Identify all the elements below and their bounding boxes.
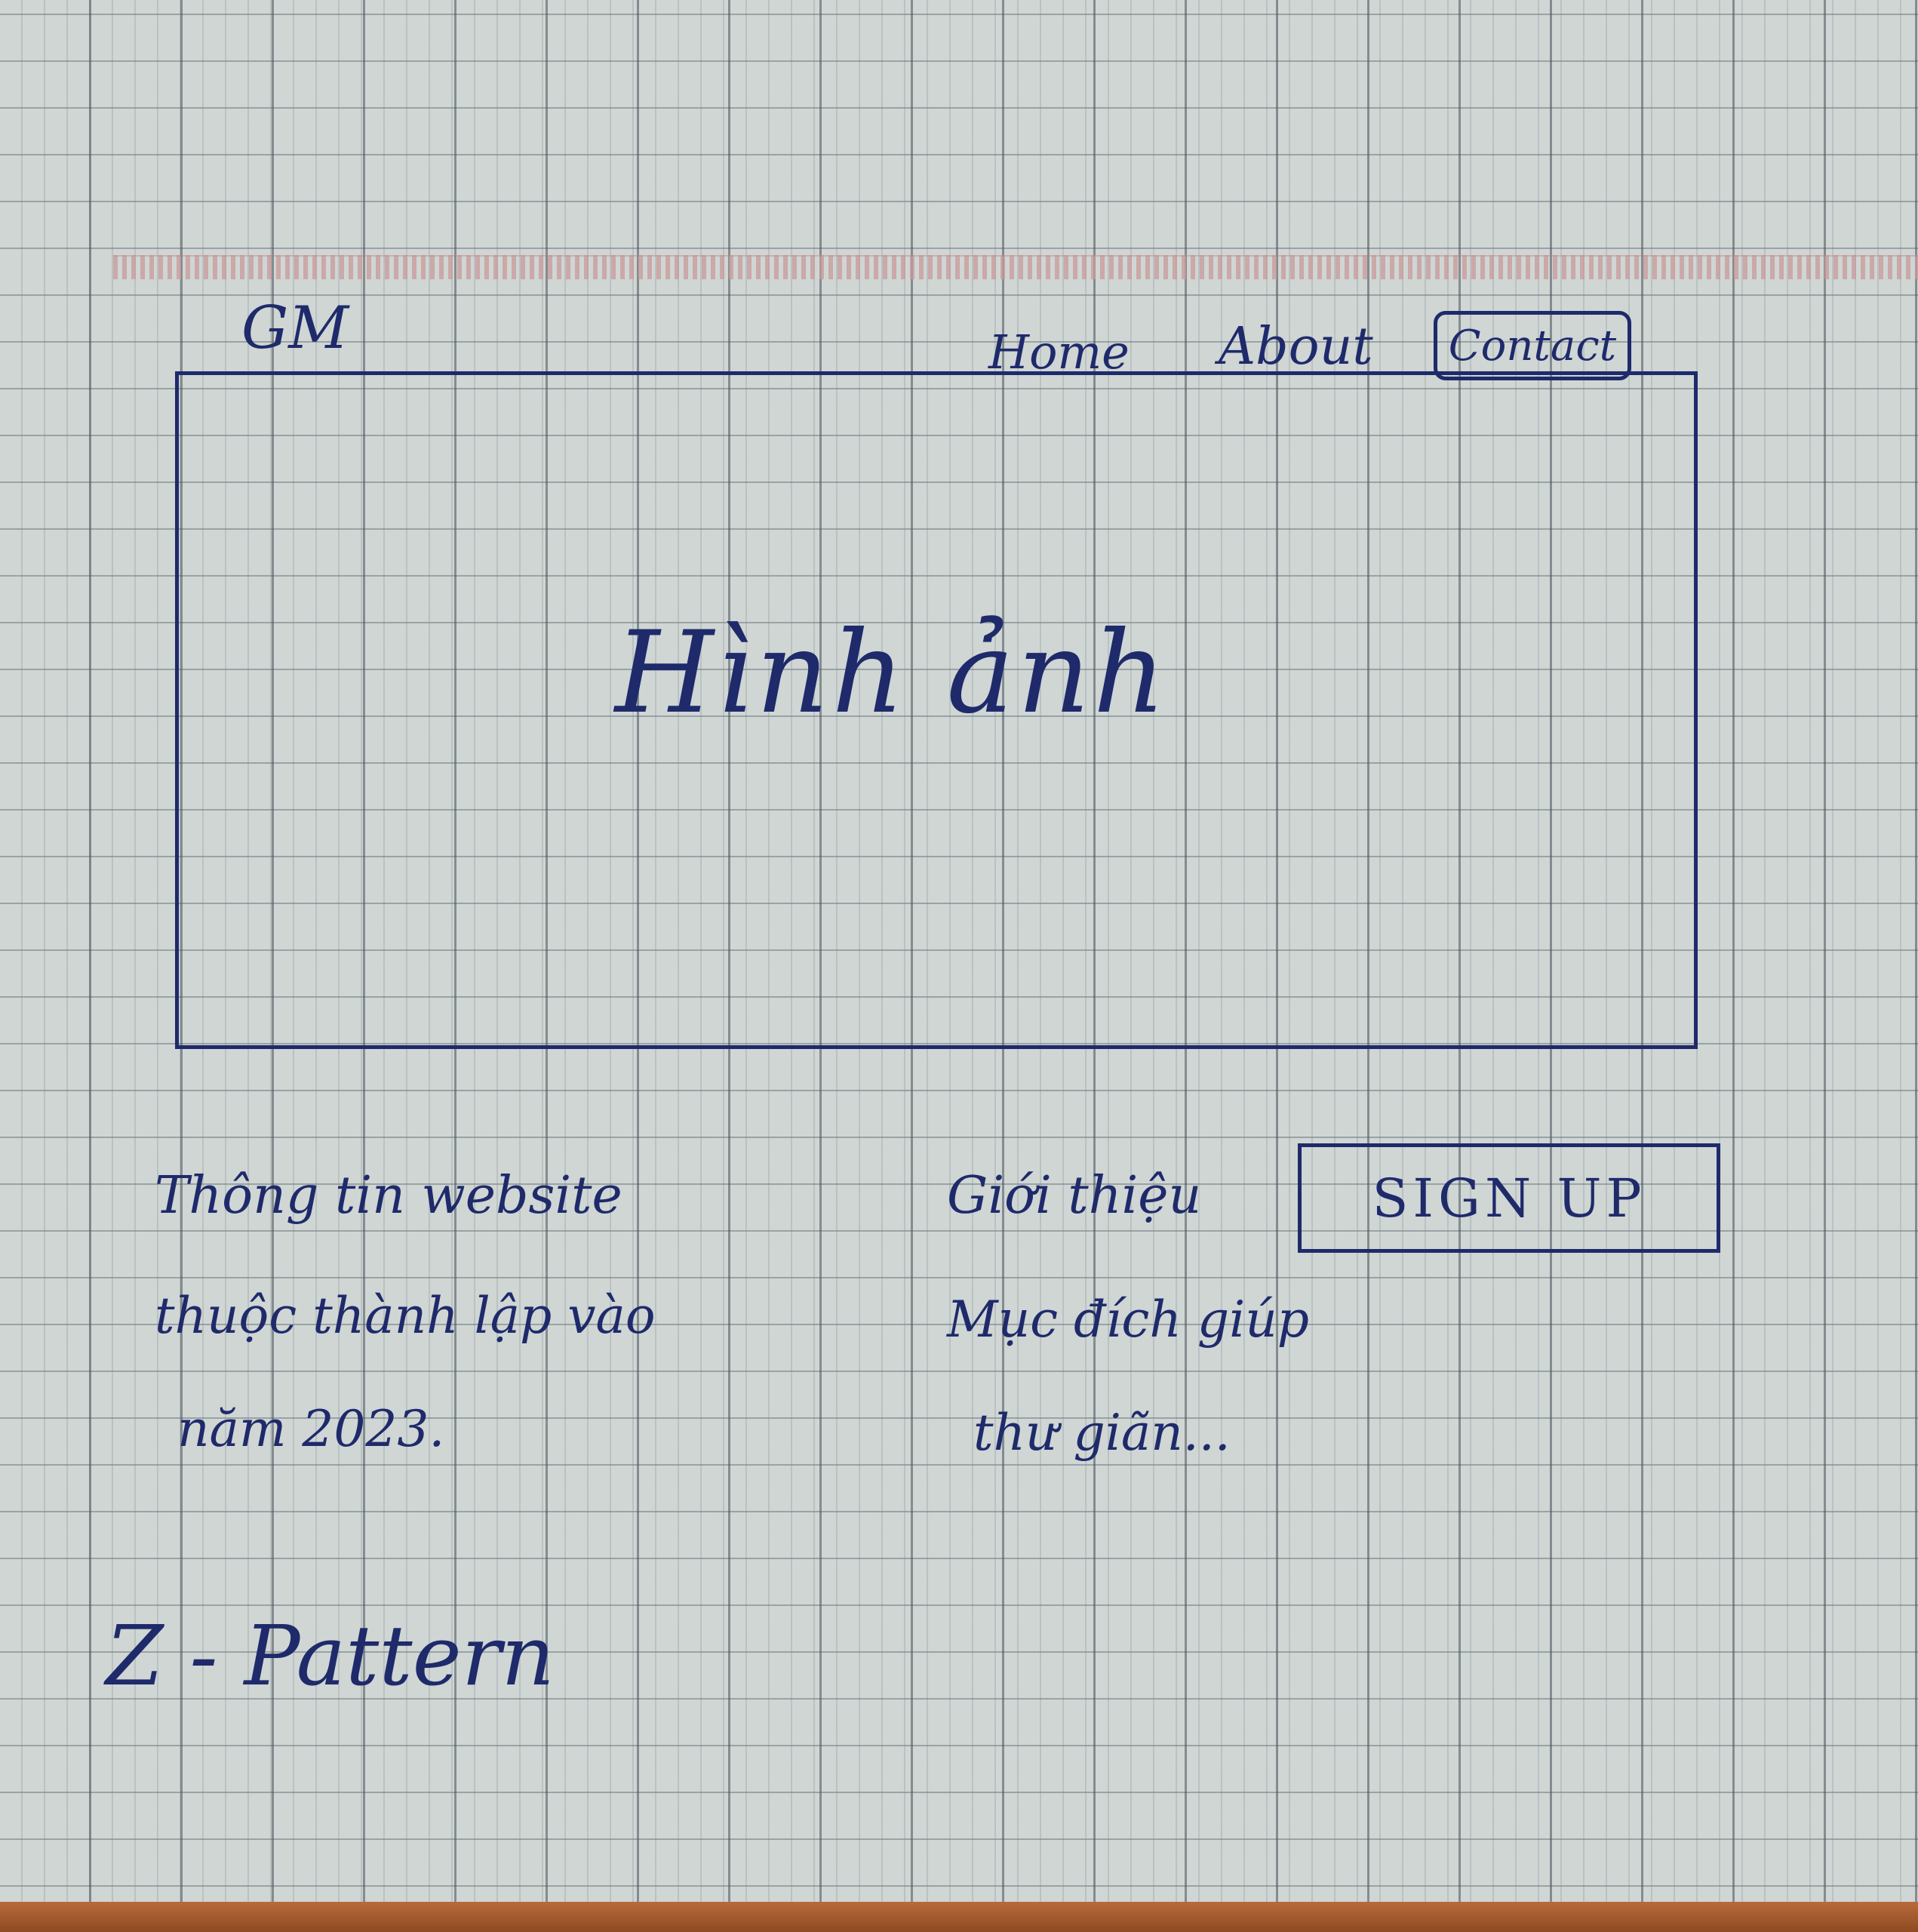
introduction-text-line-1: Mục đích giúp	[947, 1291, 1309, 1349]
website-info-text-line-1: thuộc thành lập vào	[155, 1287, 656, 1345]
hero-image-label: Hình ảnh	[615, 608, 1170, 739]
table-edge	[0, 1902, 1918, 1932]
introduction-text-line-2: thư giãn...	[973, 1404, 1231, 1462]
nav-link-about[interactable]: About	[1219, 317, 1373, 377]
nav-contact-button[interactable]: Contact	[1434, 311, 1631, 380]
notebook-page: GM Home About Contact Hình ảnh Thông tin…	[0, 0, 1918, 1932]
site-logo[interactable]: GM	[241, 294, 349, 362]
layout-pattern-note: Z - Pattern	[106, 1607, 555, 1704]
website-info-text-line-2: năm 2023.	[177, 1400, 445, 1458]
nav-contact-label: Contact	[1448, 321, 1617, 371]
website-info-heading: Thông tin website	[155, 1166, 622, 1226]
red-margin-line	[113, 255, 1918, 279]
sign-up-button[interactable]: SIGN UP	[1298, 1143, 1720, 1253]
introduction-heading: Giới thiệu	[947, 1166, 1202, 1226]
paper-top-area	[0, 0, 1918, 257]
sign-up-label: SIGN UP	[1372, 1167, 1646, 1229]
